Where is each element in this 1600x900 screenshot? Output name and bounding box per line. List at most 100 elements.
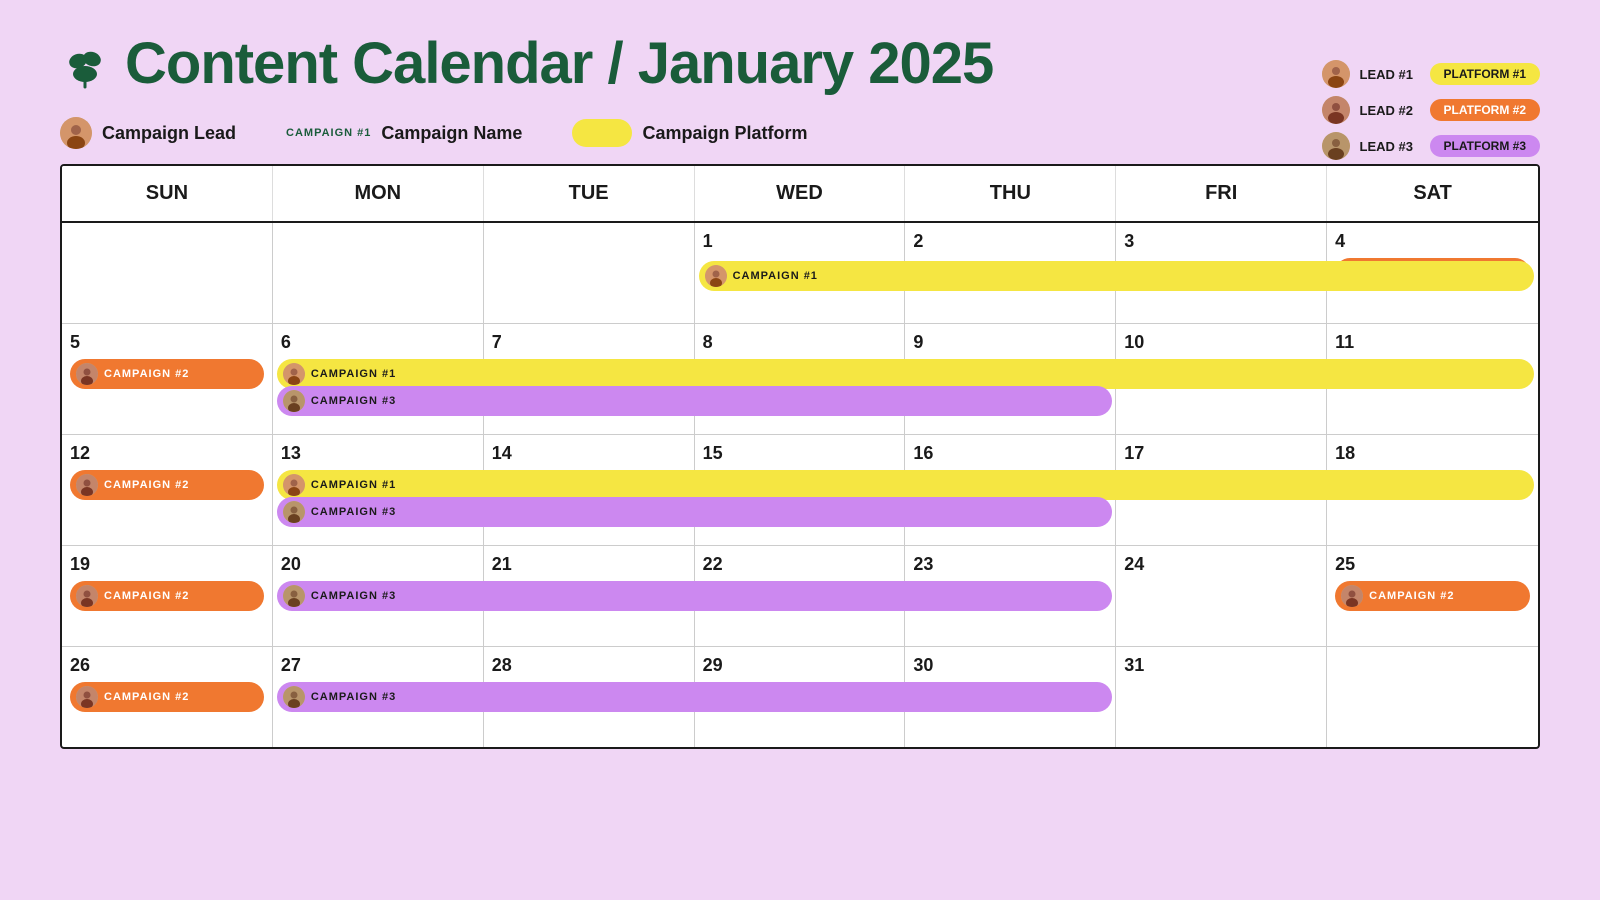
- platform2-badge: PLATFORM #2: [1430, 99, 1540, 121]
- date-31: 31: [1124, 655, 1318, 676]
- lead3-avatar: [1322, 132, 1350, 160]
- platform-legend-text: Campaign Platform: [642, 123, 807, 144]
- cal-row-2: 5 CAMPAIGN #2 6 7 8 9 10: [62, 324, 1538, 435]
- top-right-item-1: LEAD #1 PLATFORM #1: [1322, 60, 1540, 88]
- cal-row-5: 26 CAMPAIGN #2 27 28 29 30: [62, 647, 1538, 747]
- lead2-label: LEAD #2: [1360, 103, 1420, 118]
- date-18: 18: [1335, 443, 1530, 464]
- cal-row-3: 12 CAMPAIGN #2 13 14 15 16: [62, 435, 1538, 546]
- cell-31: 31: [1116, 647, 1327, 747]
- date-25: 25: [1335, 554, 1530, 575]
- date-6: 6: [281, 332, 475, 353]
- campaign-bar: CAMPAIGN #2: [70, 359, 264, 389]
- date-24: 24: [1124, 554, 1318, 575]
- logo-icon: [60, 39, 110, 89]
- span-avatar: [705, 265, 727, 287]
- cell-19: 19 CAMPAIGN #2: [62, 546, 273, 646]
- cell-empty-2: [273, 223, 484, 323]
- lead-avatar: [60, 117, 92, 149]
- bar-avatar: [76, 585, 98, 607]
- span-avatar: [283, 501, 305, 523]
- date-28: 28: [492, 655, 686, 676]
- date-22: 22: [703, 554, 897, 575]
- campaign-legend-label: CAMPAIGN #1: [286, 127, 371, 139]
- calendar: SUN MON TUE WED THU FRI SAT 1 2 3 4: [60, 164, 1540, 749]
- header-tue: TUE: [484, 166, 695, 221]
- cell-25: 25 CAMPAIGN #2: [1327, 546, 1538, 646]
- date-23: 23: [913, 554, 1107, 575]
- cell-empty-end: [1327, 647, 1538, 747]
- date-21: 21: [492, 554, 686, 575]
- date-29: 29: [703, 655, 897, 676]
- span-campaign-3-row3: CAMPAIGN #3: [277, 497, 1112, 527]
- platform-legend: Campaign Platform: [572, 119, 807, 147]
- page-title: Content Calendar / January 2025: [125, 30, 993, 97]
- date-27: 27: [281, 655, 475, 676]
- lead2-avatar: [1322, 96, 1350, 124]
- cal-row-1: 1 2 3 4 CAMPAIGN #2: [62, 223, 1538, 324]
- cell-26: 26 CAMPAIGN #2: [62, 647, 273, 747]
- header-wed: WED: [695, 166, 906, 221]
- date-2: 2: [913, 231, 1107, 252]
- date-15: 15: [703, 443, 897, 464]
- date-7: 7: [492, 332, 686, 353]
- date-1: 1: [703, 231, 897, 252]
- date-16: 16: [913, 443, 1107, 464]
- campaign-bar: CAMPAIGN #2: [70, 682, 264, 712]
- date-12: 12: [70, 443, 264, 464]
- date-3: 3: [1124, 231, 1318, 252]
- span-campaign-1-row3: CAMPAIGN #1: [277, 470, 1534, 500]
- campaign-bar: CAMPAIGN #2: [1335, 581, 1530, 611]
- date-8: 8: [703, 332, 897, 353]
- date-20: 20: [281, 554, 475, 575]
- platform-swatch: [572, 119, 632, 147]
- span-avatar: [283, 474, 305, 496]
- bar-avatar: [76, 686, 98, 708]
- header-sat: SAT: [1327, 166, 1538, 221]
- cell-5: 5 CAMPAIGN #2: [62, 324, 273, 434]
- top-right-legend: LEAD #1 PLATFORM #1 LEAD #2 PLATFORM #2 …: [1322, 60, 1540, 160]
- cell-empty-1: [62, 223, 273, 323]
- header-sun: SUN: [62, 166, 273, 221]
- date-13: 13: [281, 443, 475, 464]
- campaign-bar: CAMPAIGN #2: [70, 470, 264, 500]
- span-campaign-3-row2: CAMPAIGN #3: [277, 386, 1112, 416]
- date-9: 9: [913, 332, 1107, 353]
- lead1-label: LEAD #1: [1360, 67, 1420, 82]
- span-avatar: [283, 686, 305, 708]
- platform3-badge: PLATFORM #3: [1430, 135, 1540, 157]
- span-avatar: [283, 585, 305, 607]
- cell-24: 24: [1116, 546, 1327, 646]
- date-11: 11: [1335, 332, 1530, 353]
- campaign-legend-name: Campaign Name: [381, 123, 522, 144]
- date-14: 14: [492, 443, 686, 464]
- cell-12: 12 CAMPAIGN #2: [62, 435, 273, 545]
- campaign-bar: CAMPAIGN #2: [70, 581, 264, 611]
- span-campaign-1-row1: CAMPAIGN #1: [699, 261, 1534, 291]
- header-fri: FRI: [1116, 166, 1327, 221]
- lead-legend-text: Campaign Lead: [102, 123, 236, 144]
- date-19: 19: [70, 554, 264, 575]
- header-mon: MON: [273, 166, 484, 221]
- span-campaign-3-row4: CAMPAIGN #3: [277, 581, 1112, 611]
- span-campaign-1-row2: CAMPAIGN #1: [277, 359, 1534, 389]
- span-campaign-3-row5: CAMPAIGN #3: [277, 682, 1112, 712]
- bar-avatar: [1341, 585, 1363, 607]
- top-right-item-2: LEAD #2 PLATFORM #2: [1322, 96, 1540, 124]
- span-avatar: [283, 363, 305, 385]
- calendar-header: SUN MON TUE WED THU FRI SAT: [62, 166, 1538, 223]
- lead-legend: Campaign Lead: [60, 117, 236, 149]
- date-5: 5: [70, 332, 264, 353]
- cell-empty-3: [484, 223, 695, 323]
- date-30: 30: [913, 655, 1107, 676]
- date-17: 17: [1124, 443, 1318, 464]
- date-4: 4: [1335, 231, 1530, 252]
- lead3-label: LEAD #3: [1360, 139, 1420, 154]
- date-10: 10: [1124, 332, 1318, 353]
- cal-row-4: 19 CAMPAIGN #2 20 21 22 23: [62, 546, 1538, 647]
- top-right-item-3: LEAD #3 PLATFORM #3: [1322, 132, 1540, 160]
- span-avatar: [283, 390, 305, 412]
- bar-avatar: [76, 363, 98, 385]
- campaign-name-legend: CAMPAIGN #1 Campaign Name: [286, 123, 522, 144]
- date-26: 26: [70, 655, 264, 676]
